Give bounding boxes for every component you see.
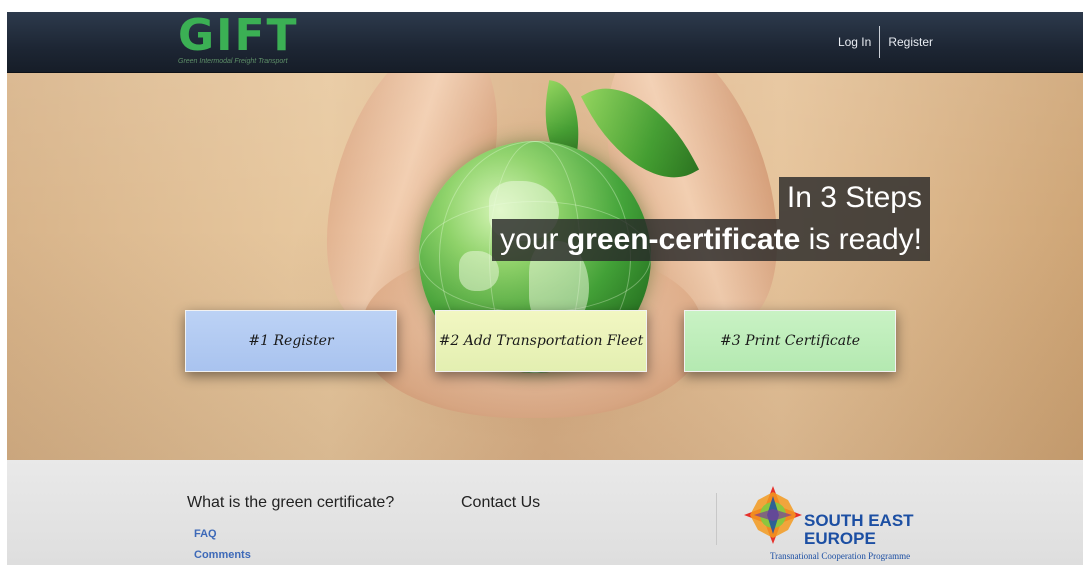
- step-print-certificate-button[interactable]: #3 Print Certificate: [684, 310, 896, 372]
- programme-star-icon: [744, 486, 802, 544]
- footer-divider: [716, 493, 717, 545]
- headline-line-1: In 3 Steps: [778, 177, 930, 219]
- partner-name: SOUTH EAST EUROPE: [804, 511, 914, 548]
- page-frame: GIFT Green Intermodal Freight Transport …: [7, 12, 1083, 565]
- hero-headline: In 3 Steps your green-certificate is rea…: [492, 177, 930, 261]
- step-add-fleet-button[interactable]: #2 Add Transportation Fleet: [435, 310, 647, 372]
- partner-subtitle: Transnational Cooperation Programme: [770, 551, 911, 561]
- login-link[interactable]: Log In: [838, 35, 871, 49]
- headline-line-2: your green-certificate is ready!: [492, 219, 930, 261]
- hero-banner: In 3 Steps your green-certificate is rea…: [7, 73, 1083, 460]
- contact-us-link[interactable]: Contact Us: [461, 494, 540, 512]
- nav-divider: [879, 26, 881, 58]
- top-navigation-bar: GIFT Green Intermodal Freight Transport …: [7, 12, 1083, 73]
- gift-logo[interactable]: GIFT Green Intermodal Freight Transport: [178, 12, 318, 70]
- logo-wordmark: GIFT: [178, 12, 299, 61]
- logo-tagline: Green Intermodal Freight Transport: [178, 58, 288, 65]
- footer: What is the green certificate? Contact U…: [7, 460, 1083, 565]
- south-east-europe-logo[interactable]: SOUTH EAST EUROPE Transnational Cooperat…: [732, 482, 942, 565]
- faq-link[interactable]: FAQ: [194, 528, 217, 540]
- step-register-button[interactable]: #1 Register: [185, 310, 397, 372]
- comments-link[interactable]: Comments: [194, 549, 251, 561]
- green-certificate-heading[interactable]: What is the green certificate?: [187, 494, 394, 512]
- account-nav: Log In Register: [838, 12, 933, 72]
- register-link[interactable]: Register: [888, 35, 933, 49]
